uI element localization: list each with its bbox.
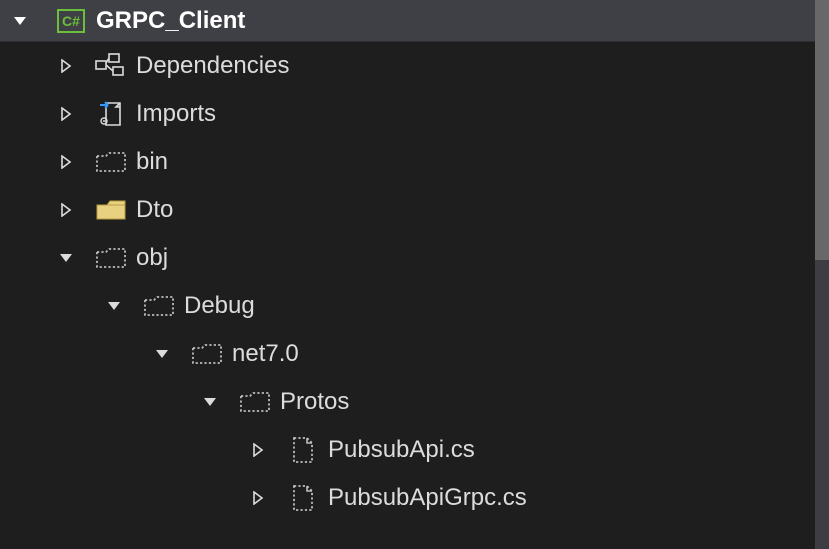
hidden-file-icon xyxy=(286,435,320,465)
tree-item-label: Protos xyxy=(280,388,349,416)
chevron-down-icon xyxy=(56,250,76,266)
tree-item-label: obj xyxy=(136,244,168,272)
tree-item-label: Dependencies xyxy=(136,52,289,80)
dependencies-icon xyxy=(94,53,128,79)
imports-icon xyxy=(94,99,128,129)
chevron-right-icon xyxy=(248,443,268,457)
tree-item-protos[interactable]: Protos xyxy=(0,378,829,426)
hidden-folder-icon xyxy=(142,294,176,318)
chevron-right-icon xyxy=(248,491,268,505)
tree-item-label: Dto xyxy=(136,196,173,224)
tree: C# GRPC_Client Dependencies xyxy=(0,0,829,522)
chevron-down-icon xyxy=(152,346,172,362)
vertical-scrollbar[interactable] xyxy=(815,0,829,549)
csharp-project-icon: C# xyxy=(54,6,88,36)
tree-item-obj[interactable]: obj xyxy=(0,234,829,282)
chevron-down-icon xyxy=(10,13,30,29)
tree-item-pubsubapi[interactable]: PubsubApi.cs xyxy=(0,426,829,474)
tree-item-bin[interactable]: bin xyxy=(0,138,829,186)
folder-icon xyxy=(94,198,128,222)
chevron-down-icon xyxy=(200,394,220,410)
chevron-right-icon xyxy=(56,155,76,169)
tree-item-imports[interactable]: Imports xyxy=(0,90,829,138)
chevron-right-icon xyxy=(56,107,76,121)
hidden-folder-icon xyxy=(190,342,224,366)
tree-item-label: PubsubApiGrpc.cs xyxy=(328,484,527,512)
hidden-folder-icon xyxy=(94,246,128,270)
tree-item-label: Debug xyxy=(184,292,255,320)
tree-item-net70[interactable]: net7.0 xyxy=(0,330,829,378)
tree-item-label: bin xyxy=(136,148,168,176)
chevron-down-icon xyxy=(104,298,124,314)
tree-item-pubsubapigrpc[interactable]: PubsubApiGrpc.cs xyxy=(0,474,829,522)
tree-item-label: Imports xyxy=(136,100,216,128)
tree-item-dto[interactable]: Dto xyxy=(0,186,829,234)
tree-item-label: PubsubApi.cs xyxy=(328,436,475,464)
hidden-folder-icon xyxy=(238,390,272,414)
hidden-folder-icon xyxy=(94,150,128,174)
tree-item-project[interactable]: C# GRPC_Client xyxy=(0,0,829,42)
tree-item-dependencies[interactable]: Dependencies xyxy=(0,42,829,90)
tree-item-debug[interactable]: Debug xyxy=(0,282,829,330)
chevron-right-icon xyxy=(56,59,76,73)
scrollbar-thumb[interactable] xyxy=(815,0,829,260)
project-label: GRPC_Client xyxy=(96,7,245,35)
hidden-file-icon xyxy=(286,483,320,513)
chevron-right-icon xyxy=(56,203,76,217)
tree-item-label: net7.0 xyxy=(232,340,299,368)
svg-text:C#: C# xyxy=(62,13,80,29)
solution-explorer-panel: C# GRPC_Client Dependencies xyxy=(0,0,829,549)
